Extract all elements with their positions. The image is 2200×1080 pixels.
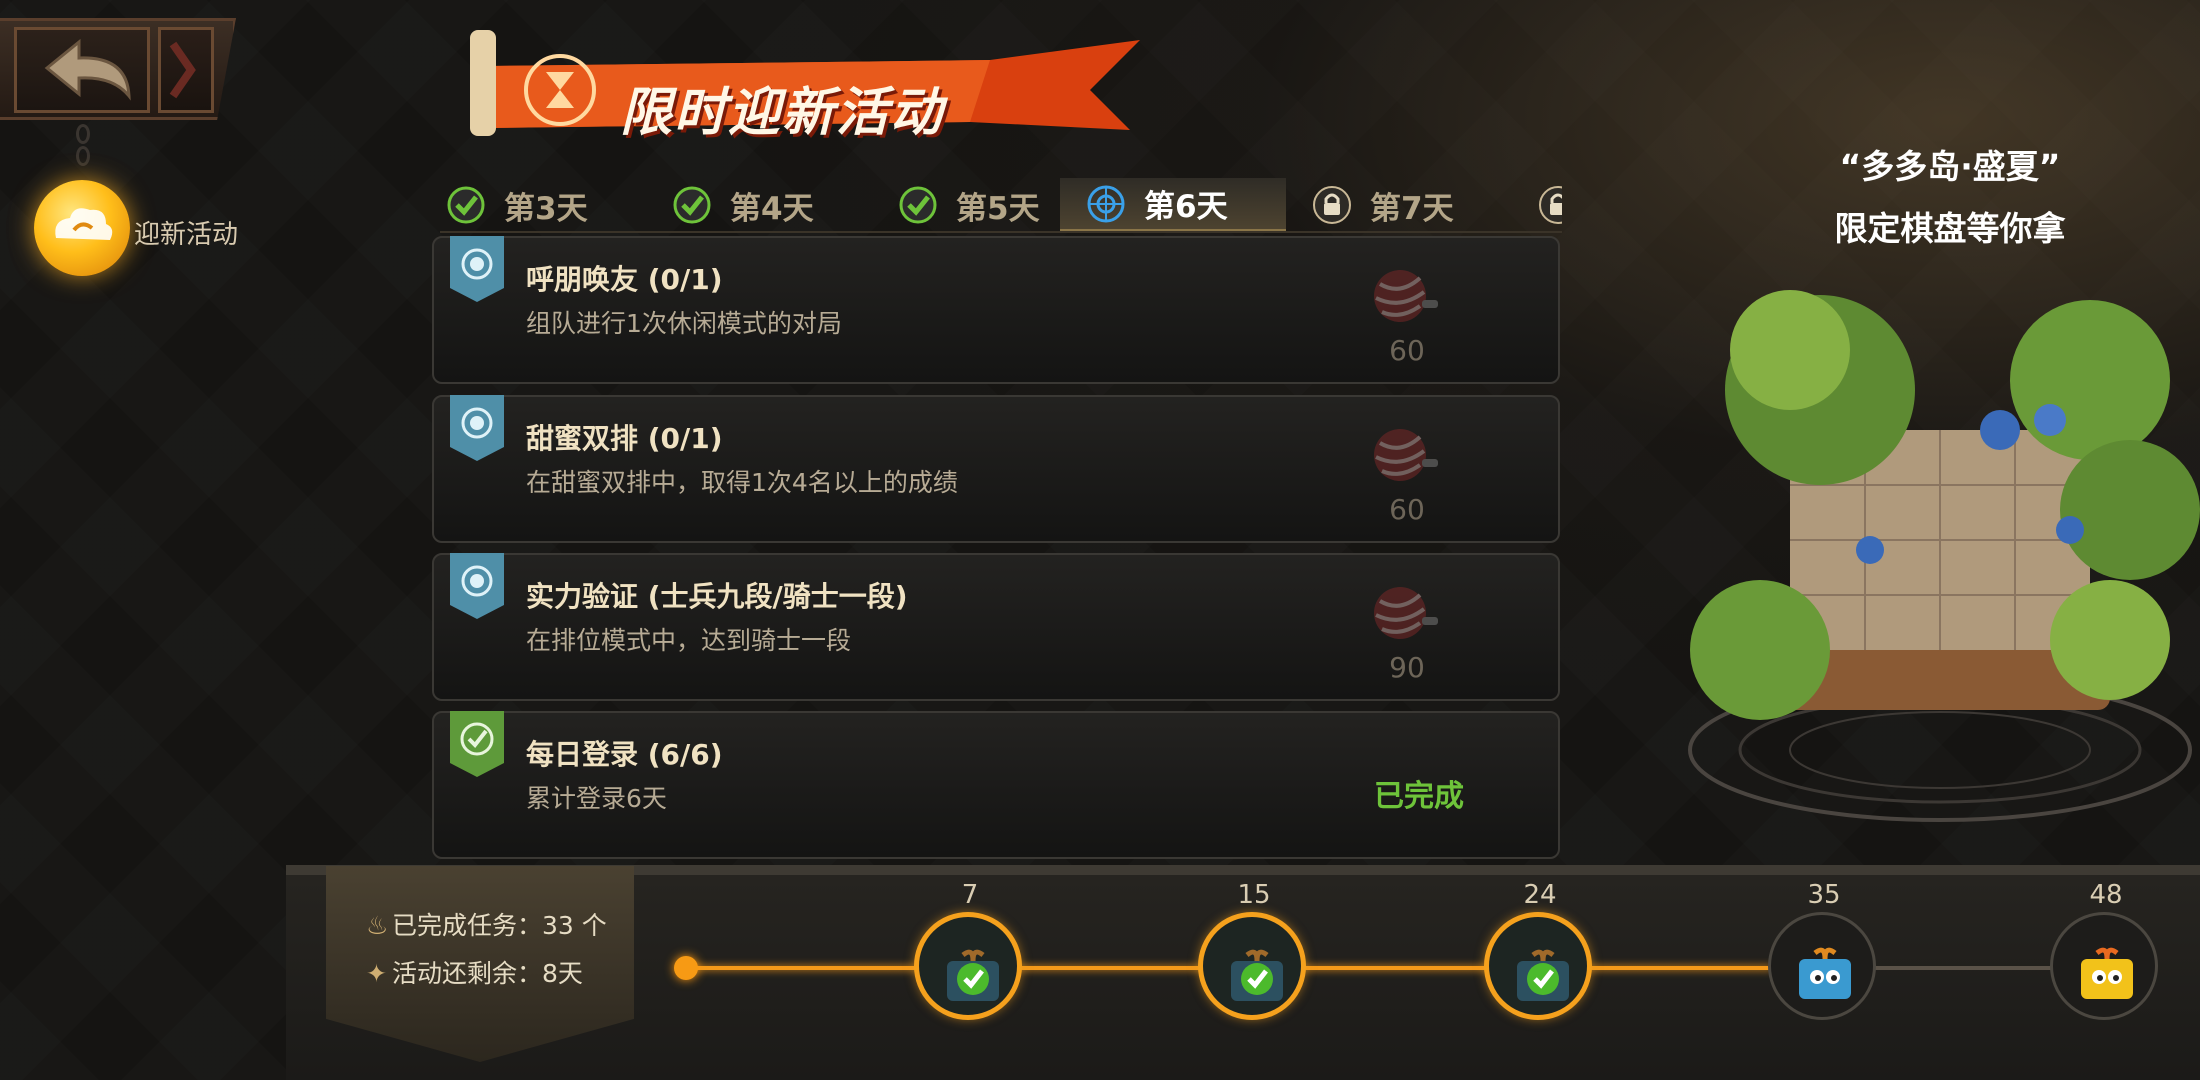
candy-reward-icon: [1370, 425, 1442, 487]
side-menu-item-label[interactable]: 迎新活动: [134, 214, 238, 251]
title-banner: 限时迎新活动: [470, 30, 1140, 143]
time-left-text: 活动还剩余：8天: [392, 959, 583, 988]
candy-reward-icon: [1370, 266, 1442, 328]
task-title: 每日登录 (6/6): [526, 738, 723, 771]
pending-badge-icon: [450, 553, 504, 619]
tabs-divider: [440, 231, 1562, 233]
completed-tasks-stat: ♨ 已完成任务：33 个: [366, 906, 607, 942]
scroll-icon: ♨: [366, 911, 389, 940]
promo-subtitle: 限定棋盘等你拿: [1834, 209, 2066, 248]
completed-badge-icon: [450, 711, 504, 777]
pending-badge-icon: [450, 236, 504, 302]
chain-link: [76, 146, 90, 166]
check-icon: [446, 185, 486, 225]
milestone-value: 35: [1807, 880, 1841, 910]
back-arrow-icon: [14, 27, 150, 113]
tab-day-7[interactable]: 第7天: [1286, 178, 1512, 232]
milestone-ring: [1198, 912, 1306, 1020]
milestone-7[interactable]: 7: [910, 880, 1030, 1020]
task-title: 实力验证 (士兵九段/骑士一段): [526, 580, 908, 613]
promo-title: “多多岛·盛夏”: [1839, 147, 2061, 186]
chessboard-preview-image[interactable]: [1670, 270, 2200, 840]
lock-icon: [1538, 185, 1562, 225]
task-card[interactable]: 实力验证 (士兵九段/骑士一段) 在排位模式中，达到骑士一段 90: [432, 553, 1560, 701]
check-icon: [898, 185, 938, 225]
progress-start-dot: [674, 956, 698, 980]
task-card[interactable]: 呼朋唤友 (0/1) 组队进行1次休闲模式的对局 60: [432, 236, 1560, 384]
task-title: 甜蜜双排 (0/1): [526, 422, 723, 455]
target-icon: [1086, 184, 1126, 224]
task-completed-label: 已完成: [1374, 779, 1464, 814]
milestone-15[interactable]: 15: [1194, 880, 1314, 1020]
chain-link: [76, 124, 90, 144]
candy-reward-icon: [1370, 583, 1442, 645]
page-title: 限时迎新活动: [620, 83, 945, 143]
tab-day-4[interactable]: 第4天: [646, 178, 872, 232]
milestone-value: 48: [2089, 880, 2123, 910]
day-tabs: 第3天 第4天 第5天 第6天 第7天: [440, 178, 1562, 232]
tab-label: 第5天: [956, 190, 1040, 227]
milestone-ring: [1768, 912, 1876, 1020]
milestone-ring: [914, 912, 1022, 1020]
task-description: 组队进行1次休闲模式的对局: [526, 309, 842, 338]
milestone-48[interactable]: 48: [2046, 880, 2166, 1020]
milestone-value: 24: [1523, 880, 1557, 910]
task-card[interactable]: 甜蜜双排 (0/1) 在甜蜜双排中，取得1次4名以上的成绩 60: [432, 395, 1560, 543]
task-description: 累计登录6天: [526, 784, 667, 813]
blue-gift-icon: [1799, 947, 1851, 999]
task-title: 呼朋唤友 (0/1): [526, 263, 723, 296]
reward-amount: 60: [1389, 493, 1425, 526]
gold-gift-icon: [2081, 947, 2133, 999]
milestone-ring: [1484, 912, 1592, 1020]
milestone-ring: [2050, 912, 2158, 1020]
tab-day-3[interactable]: 第3天: [440, 178, 646, 232]
task-description: 在甜蜜双排中，取得1次4名以上的成绩: [526, 468, 958, 497]
claimed-gift-icon: [1517, 949, 1569, 1001]
milestone-24[interactable]: 24: [1480, 880, 1600, 1020]
sparkle-icon: ✦: [366, 959, 387, 988]
tab-label: 第4天: [730, 190, 814, 227]
completed-tasks-text: 已完成任务：33 个: [392, 911, 607, 940]
lock-icon: [1312, 185, 1352, 225]
milestone-value: 15: [1237, 880, 1271, 910]
tab-label: 第6天: [1144, 189, 1228, 225]
task-card[interactable]: 每日登录 (6/6) 累计登录6天 已完成: [432, 711, 1560, 859]
back-button[interactable]: [0, 18, 236, 120]
check-icon: [672, 185, 712, 225]
claimed-gift-icon: [947, 949, 999, 1001]
claimed-gift-icon: [1231, 949, 1283, 1001]
reward-amount: 90: [1389, 651, 1425, 684]
milestone-35[interactable]: 35: [1764, 880, 1884, 1020]
pending-badge-icon: [450, 395, 504, 461]
tab-label: 第7天: [1370, 190, 1454, 227]
tab-day-8[interactable]: [1512, 178, 1562, 232]
tab-day-6[interactable]: 第6天: [1060, 178, 1286, 232]
tab-label: 第3天: [504, 190, 588, 227]
fire-cloud-icon[interactable]: [34, 180, 130, 276]
task-description: 在排位模式中，达到骑士一段: [526, 626, 852, 655]
milestone-value: 7: [961, 880, 979, 910]
reward-amount: 60: [1389, 334, 1425, 367]
ornament-icon: [158, 27, 214, 113]
time-left-stat: ✦ 活动还剩余：8天: [366, 954, 583, 990]
